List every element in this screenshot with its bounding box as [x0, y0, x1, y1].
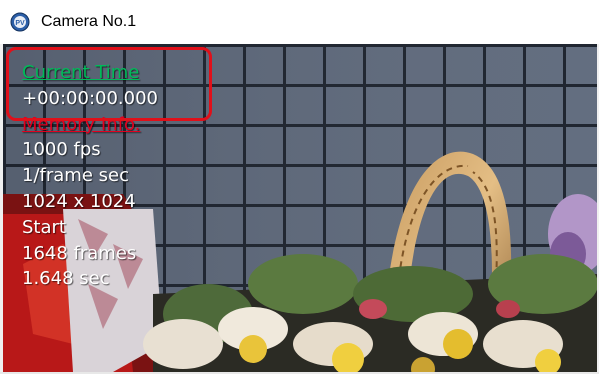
trigger-mode: Start [22, 216, 66, 238]
highlight-box [6, 47, 212, 121]
shutter-speed: 1/frame sec [22, 165, 129, 187]
recorded-frames: 1648 frames [22, 242, 137, 264]
svg-text:PV: PV [15, 20, 25, 27]
window-title: Camera No.1 [41, 13, 137, 30]
frame-rate: 1000 fps [22, 139, 101, 161]
camera-app-icon: PV [10, 12, 30, 32]
title-bar[interactable]: PV Camera No.1 [0, 0, 599, 44]
resolution: 1024 x 1024 [22, 190, 136, 212]
recording-duration: 1.648 sec [22, 268, 110, 290]
camera-window: PV Camera No.1 Current Time +00:00:00.00… [0, 0, 599, 374]
